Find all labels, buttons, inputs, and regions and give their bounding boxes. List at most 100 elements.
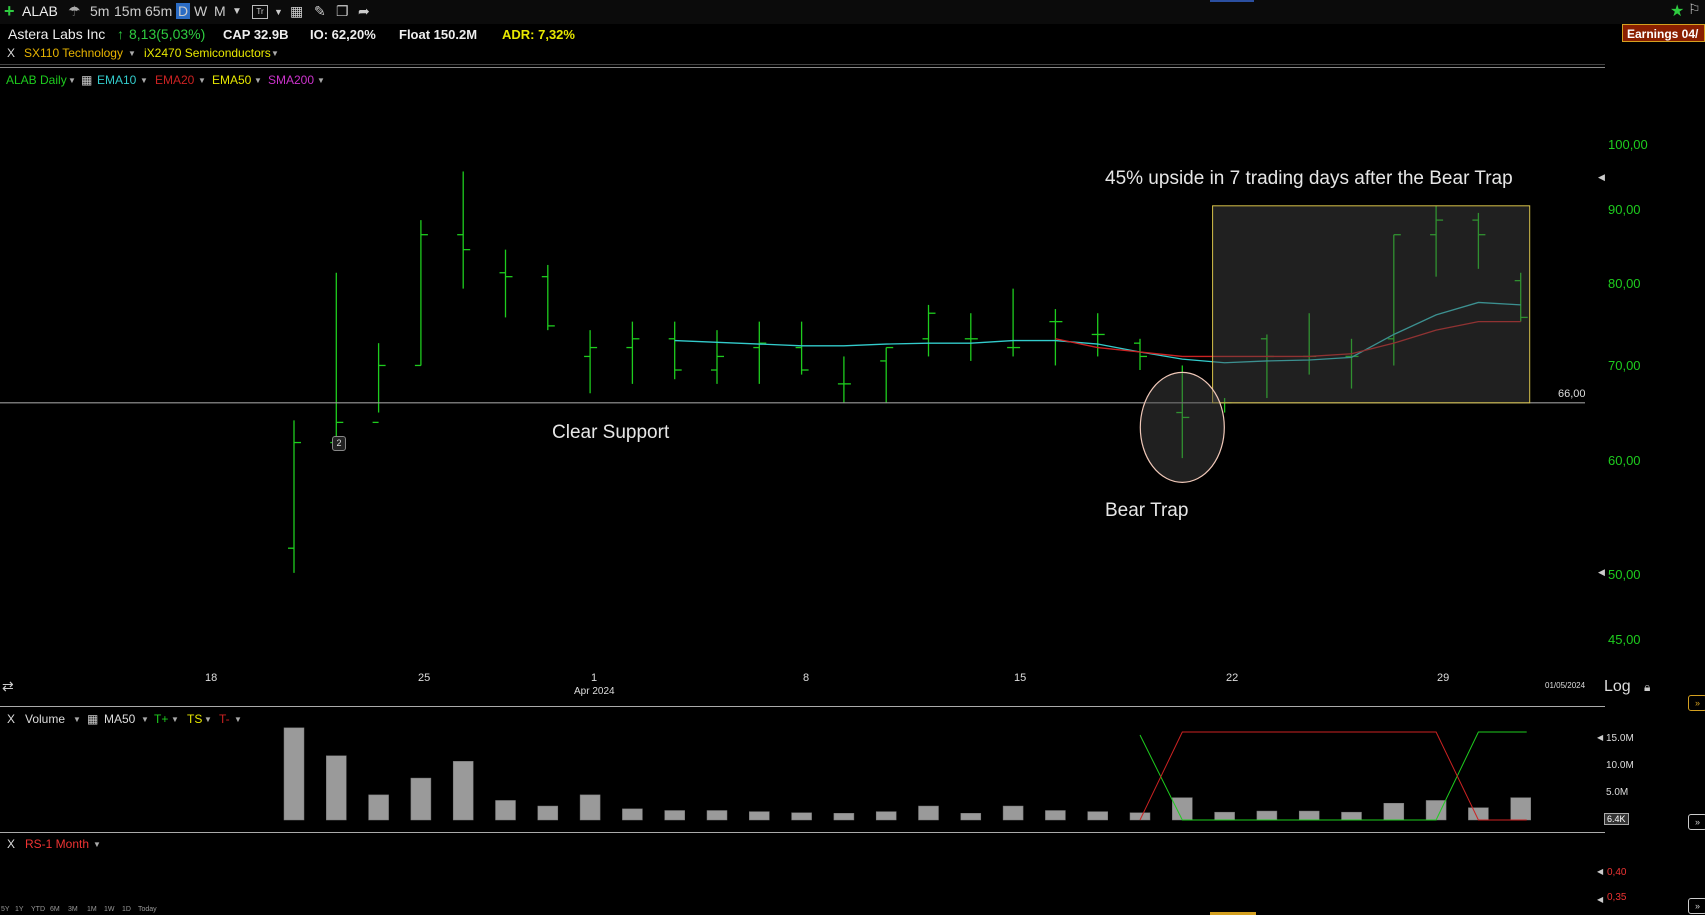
volume-chart[interactable] <box>0 710 1605 835</box>
interval-d[interactable]: D <box>176 3 191 19</box>
date-tick: 29 <box>1437 672 1450 684</box>
volume-expand-icon[interactable]: » <box>1688 814 1705 830</box>
range-1w[interactable]: 1W <box>104 906 115 913</box>
range-1d[interactable]: 1D <box>122 906 131 913</box>
table-icon[interactable]: ▦ <box>81 73 92 87</box>
date-tick: 15 <box>1014 672 1027 684</box>
up-arrow-icon: ↑ <box>117 26 124 42</box>
volume-bar <box>1002 805 1024 821</box>
volume-bar <box>1214 811 1235 821</box>
chart-title[interactable]: ALAB Daily <box>6 73 67 87</box>
chart-dropdown-icon[interactable]: ▼ <box>68 76 76 85</box>
range-1m[interactable]: 1M <box>87 906 97 913</box>
market-cap: CAP 32.9B <box>223 27 289 42</box>
flag-icon[interactable]: ⚐ <box>1688 1 1701 18</box>
volume-tick: 5.0M <box>1606 787 1629 798</box>
layout-grid-icon[interactable]: ▦ <box>290 3 303 20</box>
range-today[interactable]: Today <box>138 906 157 913</box>
volume-pointer-icon: ◀ <box>1597 733 1604 742</box>
watchlist-icon[interactable]: ❐ <box>336 3 349 20</box>
study-ema50[interactable]: EMA50 <box>212 73 251 87</box>
volume-bar <box>1087 811 1108 821</box>
study-ema10[interactable]: EMA10 <box>97 73 136 87</box>
volume-bar <box>1045 810 1066 821</box>
company-name: Astera Labs Inc <box>8 26 106 42</box>
volume-bar <box>791 812 812 821</box>
price-tick: 100,00 <box>1608 137 1648 152</box>
log-scale-toggle[interactable]: Log <box>1604 678 1631 696</box>
range-ytd[interactable]: YTD <box>31 906 45 913</box>
volume-bar <box>664 810 685 821</box>
date-tick: 1 <box>591 672 598 684</box>
range-selector: 5Y 1Y YTD 6M 3M 1M 1W 1D Today <box>0 906 200 915</box>
adr: ADR: 7,32% <box>502 27 575 42</box>
industry-dropdown-icon[interactable]: ▼ <box>271 49 279 58</box>
range-6m[interactable]: 6M <box>50 906 60 913</box>
volume-bar <box>1298 810 1320 821</box>
industry-link[interactable]: iX2470 Semiconductors <box>144 46 271 60</box>
volume-bar <box>875 811 897 821</box>
sma200-dropdown-icon[interactable]: ▼ <box>317 76 325 85</box>
rs-close-button[interactable]: X <box>7 837 15 851</box>
chart-type-dropdown-icon[interactable]: ▼ <box>274 7 283 17</box>
interval-15m[interactable]: 15m <box>114 3 141 19</box>
sector-close-button[interactable]: X <box>7 46 15 60</box>
rs-tick: 0,35 <box>1607 892 1627 903</box>
expand-panel-icon[interactable]: » <box>1688 695 1705 711</box>
range-3m[interactable]: 3M <box>68 906 78 913</box>
study-ema20[interactable]: EMA20 <box>155 73 194 87</box>
rs-title[interactable]: RS-1 Month <box>25 837 89 851</box>
interval-dropdown-icon[interactable]: ▼ <box>232 6 242 17</box>
interval-m[interactable]: M <box>214 3 226 19</box>
institutional-ownership: IO: 62,20% <box>310 27 376 42</box>
volume-bar <box>1510 797 1531 821</box>
sector-dropdown-icon[interactable]: ▼ <box>128 49 136 58</box>
rs-pointer-icon: ◀ <box>1597 867 1604 876</box>
volume-bar <box>410 777 432 821</box>
volume-bar <box>495 800 516 821</box>
upside-annotation: 45% upside in 7 trading days after the B… <box>1105 168 1513 189</box>
price-tick: 80,00 <box>1608 276 1641 291</box>
range-1y[interactable]: 1Y <box>15 906 24 913</box>
interval-65m[interactable]: 65m <box>145 3 172 19</box>
top-toolbar: + ALAB ☂ 5m 15m 65m D W M ▼ Tr ▼ ▦ ✎ ❐ ➦… <box>0 0 1705 25</box>
date-tick: 18 <box>205 672 218 684</box>
breakout-highlight-box[interactable] <box>1212 205 1531 404</box>
volume-bar <box>537 805 559 821</box>
ema50-dropdown-icon[interactable]: ▼ <box>254 76 262 85</box>
ema20-dropdown-icon[interactable]: ▼ <box>198 76 206 85</box>
price-tick: 90,00 <box>1608 202 1641 217</box>
rs-expand-icon[interactable]: » <box>1688 898 1705 914</box>
study-sma200[interactable]: SMA200 <box>268 73 314 87</box>
support-annotation: Clear Support <box>552 422 670 443</box>
pan-arrows-icon[interactable]: ⇄ <box>2 678 14 695</box>
share-arrow-icon[interactable]: ➦ <box>358 3 370 20</box>
add-symbol-icon[interactable]: + <box>4 1 15 22</box>
volume-bar <box>1341 811 1362 821</box>
chart-type-icon[interactable]: Tr <box>252 5 268 19</box>
volume-bar <box>960 813 982 821</box>
lock-icon[interactable]: 🔒︎ <box>1644 680 1650 695</box>
interval-5m[interactable]: 5m <box>90 3 109 19</box>
draw-pencil-icon[interactable]: ✎ <box>314 3 326 20</box>
float: Float 150.2M <box>399 27 478 42</box>
volume-bar <box>452 761 474 821</box>
last-date-label: 01/05/2024 <box>1545 681 1586 690</box>
sector-link[interactable]: SX110 Technology <box>24 46 123 60</box>
volume-last-badge: 6.4K <box>1604 813 1629 825</box>
favorite-star-icon[interactable]: ★ <box>1670 1 1684 21</box>
volume-bar <box>579 794 601 821</box>
earnings-badge[interactable]: Earnings 04/ <box>1622 24 1705 42</box>
rs-dropdown-icon[interactable]: ▼ <box>93 840 101 849</box>
bar-marker-badge[interactable]: 2 <box>332 436 346 451</box>
price-change: 8,13(5,03%) <box>129 26 206 42</box>
range-5y[interactable]: 5Y <box>1 906 10 913</box>
ema10-dropdown-icon[interactable]: ▼ <box>140 76 148 85</box>
interval-w[interactable]: W <box>194 3 207 19</box>
palette-icon[interactable]: ☂ <box>68 3 81 20</box>
sector-bar: X SX110 Technology ▼ iX2470 Semiconducto… <box>0 44 1605 65</box>
symbol-label[interactable]: ALAB <box>22 3 58 19</box>
bear-trap-circle[interactable] <box>1139 371 1225 483</box>
volume-tick: 15.0M <box>1606 733 1634 744</box>
price-tick: 45,00 <box>1608 632 1641 647</box>
